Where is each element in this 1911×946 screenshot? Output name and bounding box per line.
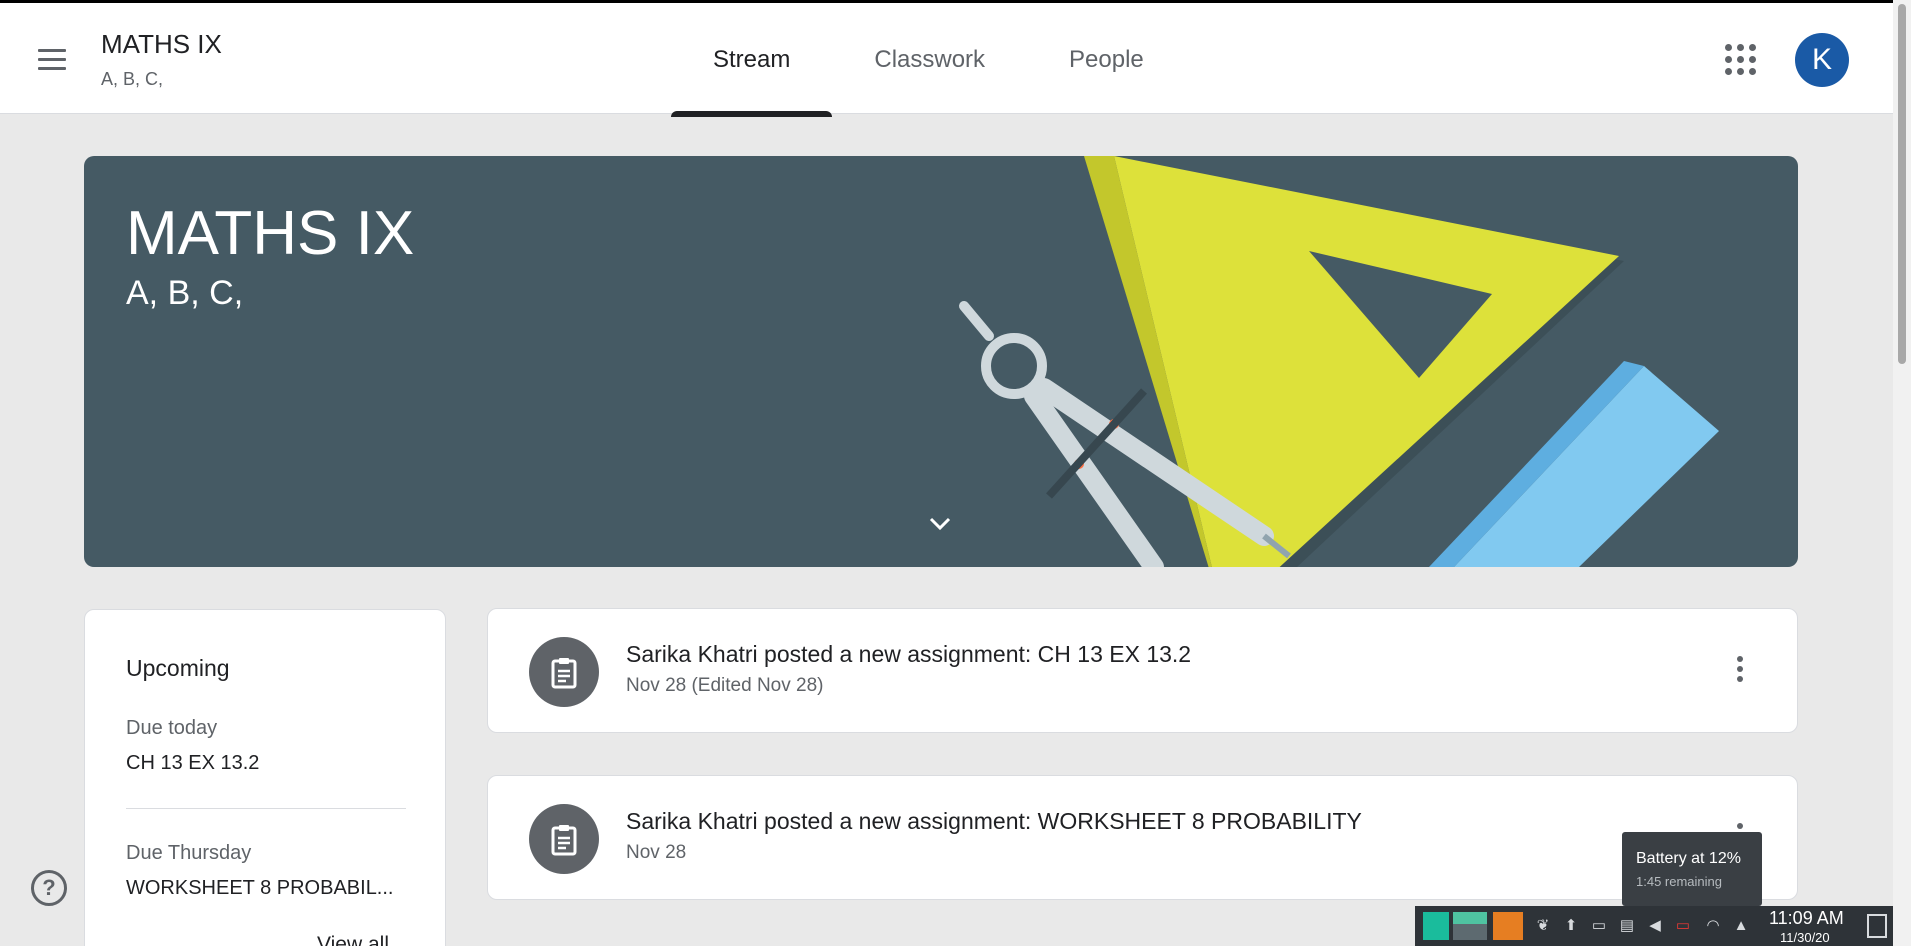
tab-bar: Stream Classwork People [671, 3, 1186, 117]
post-date: Nov 28 (Edited Nov 28) [626, 675, 824, 696]
upcoming-title: Upcoming [126, 655, 230, 681]
clock-date[interactable]: 11/30/20 [1780, 930, 1830, 945]
help-icon[interactable]: ? [31, 870, 67, 906]
post-date: Nov 28 [626, 842, 687, 863]
tab-stream[interactable]: Stream [671, 3, 833, 117]
app-launcher-icon[interactable] [1493, 912, 1523, 940]
more-options-icon[interactable] [1728, 652, 1752, 690]
divider [126, 808, 406, 809]
class-banner: MATHS IX A, B, C, [84, 156, 1798, 567]
chevron-down-icon[interactable] [924, 508, 956, 540]
assignment-icon [529, 637, 599, 707]
terminal-icon[interactable]: ▭ [1589, 916, 1609, 936]
page-scrollbar[interactable] [1893, 0, 1911, 946]
class-sections: A, B, C, [101, 69, 164, 89]
battery-tooltip: Battery at 12% 1:45 remaining [1622, 832, 1762, 906]
banner-title: MATHS IX [126, 199, 415, 268]
tooltip-title: Battery at 12% [1636, 850, 1741, 867]
due-label: Due today [126, 717, 218, 739]
up-arrow-icon[interactable]: ▲ [1731, 916, 1751, 936]
banner-subtitle: A, B, C, [126, 274, 244, 312]
start-menu-icon[interactable] [1423, 912, 1449, 940]
plant-icon[interactable]: ❦ [1533, 916, 1553, 936]
post-title[interactable]: Sarika Khatri posted a new assignment: C… [626, 641, 1191, 668]
avatar[interactable]: K [1795, 33, 1849, 87]
stream-post[interactable]: Sarika Khatri posted a new assignment: C… [487, 608, 1798, 733]
upload-icon[interactable]: ⬆ [1561, 916, 1581, 936]
class-name[interactable]: MATHS IX [101, 29, 222, 60]
view-all-link[interactable]: View all [317, 933, 389, 946]
top-app-bar: MATHS IX A, B, C, Stream Classwork Peopl… [0, 0, 1893, 117]
stream-post[interactable]: Sarika Khatri posted a new assignment: W… [487, 775, 1798, 900]
battery-icon[interactable]: ▭ [1673, 916, 1693, 936]
scrollbar-thumb[interactable] [1898, 4, 1906, 364]
upcoming-card: Upcoming Due today CH 13 EX 13.2 Due Thu… [84, 609, 446, 946]
clipboard-icon[interactable]: ▤ [1617, 916, 1637, 936]
show-desktop-button[interactable] [1867, 914, 1887, 938]
tab-classwork[interactable]: Classwork [832, 3, 1027, 117]
system-taskbar: ❦ ⬆ ▭ ▤ ◀ ▭ ◠ ▲ 11:09 AM 11/30/20 [1415, 906, 1893, 946]
wifi-icon[interactable]: ◠ [1703, 916, 1723, 936]
post-title[interactable]: Sarika Khatri posted a new assignment: W… [626, 808, 1362, 835]
due-item-link[interactable]: CH 13 EX 13.2 [126, 752, 259, 775]
tab-people[interactable]: People [1027, 3, 1186, 117]
apps-grid-icon[interactable] [1724, 43, 1758, 77]
due-item-link[interactable]: WORKSHEET 8 PROBABIL... [126, 877, 393, 900]
clock-time[interactable]: 11:09 AM [1769, 908, 1844, 929]
assignment-icon [529, 804, 599, 874]
volume-icon[interactable]: ◀ [1645, 916, 1665, 936]
due-label: Due Thursday [126, 842, 252, 864]
tooltip-subtitle: 1:45 remaining [1636, 874, 1722, 889]
workspace-switcher-icon[interactable] [1453, 912, 1487, 940]
menu-icon[interactable] [30, 43, 74, 79]
